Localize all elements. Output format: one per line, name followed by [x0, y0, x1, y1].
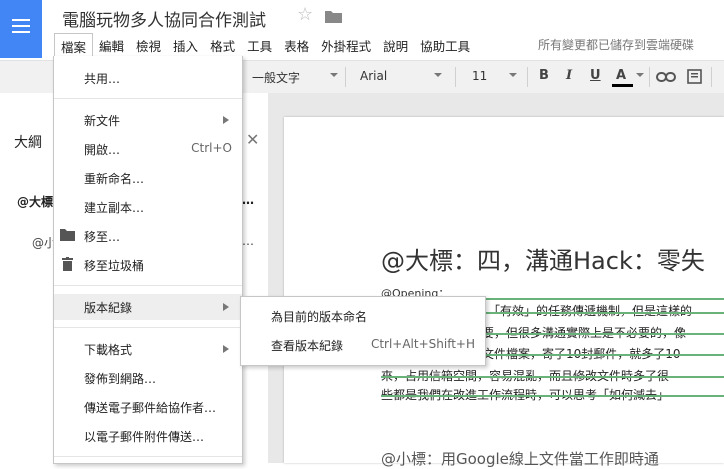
menu-item-publish-to-web[interactable]: 發佈到網路…: [54, 365, 242, 391]
chevron-down-icon: [434, 73, 442, 77]
chevron-right-icon: [223, 345, 229, 353]
menubar: 檔案 編輯 檢視 插入 格式 工具 表格 外掛程式 說明 協助工具: [54, 33, 476, 56]
font-size-dropdown[interactable]: 11: [472, 69, 487, 83]
text-color-button[interactable]: A: [616, 68, 626, 83]
menu-divider: [54, 456, 242, 457]
submenu-item-label: 為目前的版本命名: [271, 310, 368, 324]
menu-item-email-attachment[interactable]: 以電子郵件附件傳送…: [54, 423, 242, 449]
menu-view[interactable]: 檢視: [130, 33, 167, 55]
outline-item-h2-tail[interactable]: …: [242, 234, 254, 248]
menu-help[interactable]: 說明: [377, 33, 414, 55]
outline-item-h1-tail[interactable]: …: [242, 193, 254, 207]
menu-item-label: 移至垃圾桶: [84, 259, 145, 273]
link-icon[interactable]: [656, 71, 676, 83]
doc-paragraph-line[interactable]: 「有效」的任務傳遞機制，但是這樣的: [488, 302, 692, 320]
menu-item-share[interactable]: 共用…: [54, 65, 242, 91]
strikethrough-mark: [381, 376, 724, 378]
toolbar-divider: [649, 67, 650, 87]
strikethrough-mark: [484, 312, 724, 314]
menu-item-label: 下載格式: [84, 343, 133, 357]
doc-subheading[interactable]: @小標：用Google線上文件當工作即時通: [381, 448, 659, 469]
menu-insert[interactable]: 插入: [167, 33, 204, 55]
chevron-down-icon: [636, 73, 644, 77]
menu-format[interactable]: 格式: [204, 33, 241, 55]
menu-item-label: 開啟…: [84, 143, 121, 157]
menu-divider: [54, 327, 242, 328]
paragraph-style-dropdown[interactable]: 一般文字: [252, 69, 300, 86]
submenu-item-label: 查看版本紀錄: [271, 339, 344, 353]
menu-item-shortcut: Ctrl+O: [191, 141, 232, 155]
menu-item-move-to-trash[interactable]: 移至垃圾桶: [54, 252, 242, 278]
menu-item-rename[interactable]: 重新命名…: [54, 165, 242, 191]
menu-item-download-as[interactable]: 下載格式: [54, 336, 242, 362]
toolbar-divider: [711, 67, 712, 87]
folder-icon: [60, 229, 75, 241]
menu-item-move-to[interactable]: 移至…: [54, 223, 242, 249]
document-page[interactable]: [284, 117, 724, 463]
text-color-swatch: [612, 84, 633, 87]
menu-accessibility[interactable]: 協助工具: [414, 33, 476, 55]
strikethrough-mark: [381, 395, 724, 397]
menu-item-label: 移至…: [84, 230, 121, 244]
menu-item-open[interactable]: 開啟… Ctrl+O: [54, 136, 242, 162]
italic-button[interactable]: I: [566, 68, 572, 83]
chevron-down-icon: [509, 73, 517, 77]
strikethrough-mark: [484, 354, 724, 356]
docs-home-icon[interactable]: [0, 0, 42, 58]
menu-item-label: 傳送電子郵件給協作者…: [84, 401, 217, 415]
toolbar-divider: [527, 67, 528, 87]
submenu-item-see-version-history[interactable]: 查看版本紀錄 Ctrl+Alt+Shift+H: [241, 330, 485, 358]
menu-item-email-collaborators[interactable]: 傳送電子郵件給協作者…: [54, 394, 242, 420]
comment-icon[interactable]: [687, 69, 702, 84]
menu-item-label: 共用…: [84, 72, 121, 86]
file-menu: 共用… 新文件 開啟… Ctrl+O 重新命名… 建立副本… 移至… 移至垃圾桶…: [53, 56, 243, 464]
submenu-item-shortcut: Ctrl+Alt+Shift+H: [370, 337, 475, 351]
star-icon[interactable]: ☆: [297, 4, 313, 25]
save-status[interactable]: 所有變更都已儲存到雲端硬碟: [538, 36, 694, 53]
chevron-right-icon: [223, 303, 229, 311]
menu-item-make-copy[interactable]: 建立副本…: [54, 194, 242, 220]
menu-item-label: 重新命名…: [84, 172, 145, 186]
menu-item-new-document[interactable]: 新文件: [54, 107, 242, 133]
menu-item-label: 新文件: [84, 114, 121, 128]
chevron-right-icon: [223, 116, 229, 124]
folder-icon[interactable]: [325, 10, 342, 23]
menu-divider: [54, 285, 242, 286]
font-dropdown[interactable]: Arial: [360, 69, 387, 83]
bold-button[interactable]: B: [539, 68, 549, 83]
menu-table[interactable]: 表格: [278, 33, 315, 55]
doc-heading[interactable]: @大標：四，溝通Hack：零失: [381, 241, 705, 276]
version-history-submenu: 為目前的版本命名 查看版本紀錄 Ctrl+Alt+Shift+H: [240, 296, 486, 366]
close-icon[interactable]: ✕: [246, 130, 259, 149]
chevron-down-icon: [330, 73, 338, 77]
toolbar-divider: [345, 67, 346, 87]
menu-item-label: 版本紀錄: [84, 301, 133, 315]
toolbar-divider: [455, 67, 456, 87]
document-title[interactable]: 電腦玩物多人協同合作測試: [62, 6, 266, 31]
menu-file[interactable]: 檔案: [54, 33, 94, 56]
menu-tools[interactable]: 工具: [241, 33, 278, 55]
underline-button[interactable]: U: [590, 68, 601, 83]
menu-item-label: 發佈到網路…: [84, 372, 157, 386]
strikethrough-mark: [484, 333, 724, 335]
menu-item-version-history[interactable]: 版本紀錄: [54, 294, 242, 320]
outline-item-h1[interactable]: @大標: [17, 193, 53, 210]
menu-divider: [54, 98, 242, 99]
submenu-item-name-current-version[interactable]: 為目前的版本命名: [241, 301, 485, 329]
menu-item-label: 以電子郵件附件傳送…: [84, 430, 205, 444]
menu-addons[interactable]: 外掛程式: [315, 33, 377, 55]
menu-item-label: 建立副本…: [84, 201, 145, 215]
outline-title: 大綱: [14, 135, 42, 151]
trash-icon: [62, 257, 73, 271]
menu-edit[interactable]: 編輯: [93, 33, 130, 55]
